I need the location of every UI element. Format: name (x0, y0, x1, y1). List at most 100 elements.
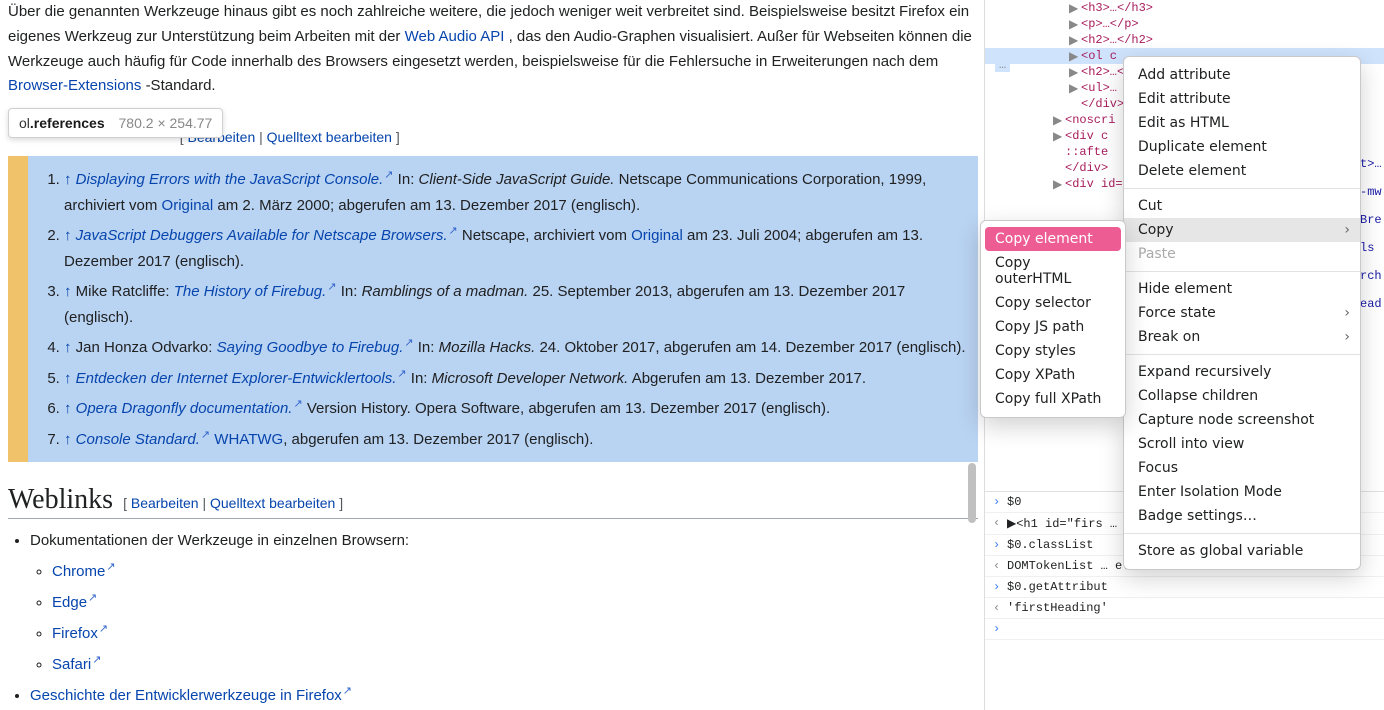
prompt-icon: › (993, 580, 1007, 594)
ref-by-link[interactable]: WHATWG (210, 431, 283, 448)
chevron-right-icon: › (1344, 329, 1350, 345)
menu-item-paste: Paste (1124, 242, 1360, 266)
dom-node-row[interactable]: ▶<p>…</p> (985, 16, 1384, 32)
weblinks-header: Weblinks [ Bearbeiten | Quelltext bearbe… (8, 484, 978, 519)
editsrc-link[interactable]: Quelltext bearbeiten (267, 129, 392, 145)
edit-links: [ Bearbeiten | Quelltext bearbeiten ] (123, 495, 343, 511)
expand-triangle-icon[interactable]: ▶ (1069, 65, 1078, 80)
link-browser[interactable]: Safari (52, 656, 91, 673)
menu-item-copy-element[interactable]: Copy element (985, 227, 1121, 251)
menu-separator (1124, 354, 1360, 355)
context-menu[interactable]: Add attributeEdit attributeEdit as HTMLD… (1123, 56, 1361, 570)
editsrc-link[interactable]: Quelltext bearbeiten (210, 495, 335, 511)
scrollbar-thumb[interactable] (968, 463, 976, 523)
ref-original-link[interactable]: Original (162, 197, 214, 214)
menu-item-force-state[interactable]: Force state› (1124, 301, 1360, 325)
menu-item-add-attribute[interactable]: Add attribute (1124, 63, 1360, 87)
menu-item-hide-element[interactable]: Hide element (1124, 277, 1360, 301)
menu-item-capture-node-screenshot[interactable]: Capture node screenshot (1124, 408, 1360, 432)
external-link-icon: ↗ (201, 429, 210, 441)
menu-item-cut[interactable]: Cut (1124, 194, 1360, 218)
menu-item-copy-full-xpath[interactable]: Copy full XPath (981, 387, 1125, 411)
expand-triangle-icon[interactable]: ▶ (1069, 81, 1078, 96)
ref-title-link[interactable]: Displaying Errors with the JavaScript Co… (76, 171, 384, 188)
menu-item-copy-xpath[interactable]: Copy XPath (981, 363, 1125, 387)
menu-item-duplicate-element[interactable]: Duplicate element (1124, 135, 1360, 159)
references-block: ↑ Displaying Errors with the JavaScript … (8, 156, 978, 462)
menu-item-copy-selector[interactable]: Copy selector (981, 291, 1125, 315)
expand-triangle-icon[interactable]: ▶ (1069, 17, 1078, 32)
output-icon: ‹ (993, 559, 1007, 573)
ref-backlink[interactable]: ↑ (64, 339, 72, 356)
dom-node-row[interactable]: ▶<h2>…</h2> (985, 32, 1384, 48)
expand-triangle-icon[interactable]: ▶ (1053, 177, 1062, 192)
ref-backlink[interactable]: ↑ (64, 400, 72, 417)
external-link-icon: ↗ (92, 654, 101, 666)
tooltip-dimensions: 780.2 × 254.77 (119, 115, 213, 131)
link-browser[interactable]: Chrome (52, 563, 105, 580)
external-link-icon: ↗ (293, 398, 302, 410)
menu-item-delete-element[interactable]: Delete element (1124, 159, 1360, 183)
menu-item-edit-as-html[interactable]: Edit as HTML (1124, 111, 1360, 135)
link-browser-extensions[interactable]: Browser-Extensions (8, 77, 141, 94)
ref-backlink[interactable]: ↑ (64, 370, 72, 387)
link-firefox-history[interactable]: Geschichte der Entwicklerwerkzeuge in Fi… (30, 687, 342, 704)
context-submenu-copy[interactable]: Copy elementCopy outerHTMLCopy selectorC… (980, 220, 1126, 418)
menu-item-scroll-into-view[interactable]: Scroll into view (1124, 432, 1360, 456)
ref-backlink[interactable]: ↑ (64, 171, 72, 188)
list-item: Geschichte der Entwicklerwerkzeuge in Fi… (30, 682, 978, 709)
menu-item-badge-settings-[interactable]: Badge settings… (1124, 504, 1360, 528)
ref-backlink[interactable]: ↑ (64, 227, 72, 244)
reference-item: ↑ Opera Dragonfly documentation.↗ Versio… (64, 395, 970, 422)
menu-separator (1124, 533, 1360, 534)
link-browser[interactable]: Edge (52, 594, 87, 611)
menu-item-copy-styles[interactable]: Copy styles (981, 339, 1125, 363)
expand-triangle-icon[interactable]: ▶ (1069, 33, 1078, 48)
chevron-right-icon: › (1344, 305, 1350, 321)
scrollbar-track[interactable] (964, 0, 978, 710)
expand-triangle-icon[interactable]: ▶ (1069, 1, 1078, 16)
ref-title-link[interactable]: Saying Goodbye to Firebug. (217, 339, 404, 356)
ref-title-link[interactable]: Entdecken der Internet Explorer-Entwickl… (76, 370, 397, 387)
ref-original-link[interactable]: Original (631, 227, 683, 244)
menu-item-focus[interactable]: Focus (1124, 456, 1360, 480)
menu-item-edit-attribute[interactable]: Edit attribute (1124, 87, 1360, 111)
menu-separator (1124, 188, 1360, 189)
menu-item-break-on[interactable]: Break on› (1124, 325, 1360, 349)
edit-link[interactable]: Bearbeiten (131, 495, 199, 511)
highlight-margin-bar (8, 156, 28, 462)
external-link-icon: ↗ (449, 225, 458, 237)
link-web-audio-api[interactable]: Web Audio API (405, 28, 505, 45)
reference-item: ↑ Console Standard.↗ WHATWG, abgerufen a… (64, 426, 970, 453)
menu-item-expand-recursively[interactable]: Expand recursively (1124, 360, 1360, 384)
ref-title-link[interactable]: The History of Firebug. (174, 283, 327, 300)
article-pane: Über die genannten Werkzeuge hinaus gibt… (8, 0, 978, 710)
references-list-highlight: ↑ Displaying Errors with the JavaScript … (28, 156, 978, 462)
bracket: ] (339, 495, 343, 511)
prompt-icon: › (993, 538, 1007, 552)
ref-title-link[interactable]: Console Standard. (76, 431, 200, 448)
ref-title-link[interactable]: Opera Dragonfly documentation. (76, 400, 293, 417)
menu-item-store-as-global-variable[interactable]: Store as global variable (1124, 539, 1360, 563)
link-browser[interactable]: Firefox (52, 625, 98, 642)
expand-triangle-icon[interactable]: ▶ (1053, 129, 1062, 144)
menu-item-collapse-children[interactable]: Collapse children (1124, 384, 1360, 408)
menu-item-copy-outerhtml[interactable]: Copy outerHTML (981, 251, 1125, 291)
ref-backlink[interactable]: ↑ (64, 283, 72, 300)
console-input-row[interactable]: › (985, 619, 1384, 640)
list-item: Edge↗ (52, 589, 978, 616)
menu-item-copy-js-path[interactable]: Copy JS path (981, 315, 1125, 339)
expand-triangle-icon[interactable]: ▶ (1053, 113, 1062, 128)
menu-item-copy[interactable]: Copy› (1124, 218, 1360, 242)
ref-backlink[interactable]: ↑ (64, 431, 72, 448)
console-input-row[interactable]: ›$0.getAttribut (985, 577, 1384, 598)
bracket: [ (123, 495, 131, 511)
reference-item: ↑ Jan Honza Odvarko: Saying Goodbye to F… (64, 334, 970, 361)
external-link-icon: ↗ (384, 169, 393, 181)
expand-triangle-icon[interactable]: ▶ (1069, 49, 1078, 64)
external-link-icon: ↗ (88, 592, 97, 604)
dom-node-row[interactable]: ▶<h3>…</h3> (985, 0, 1384, 16)
external-link-icon: ↗ (343, 685, 352, 697)
menu-item-enter-isolation-mode[interactable]: Enter Isolation Mode (1124, 480, 1360, 504)
ref-title-link[interactable]: JavaScript Debuggers Available for Netsc… (76, 227, 448, 244)
